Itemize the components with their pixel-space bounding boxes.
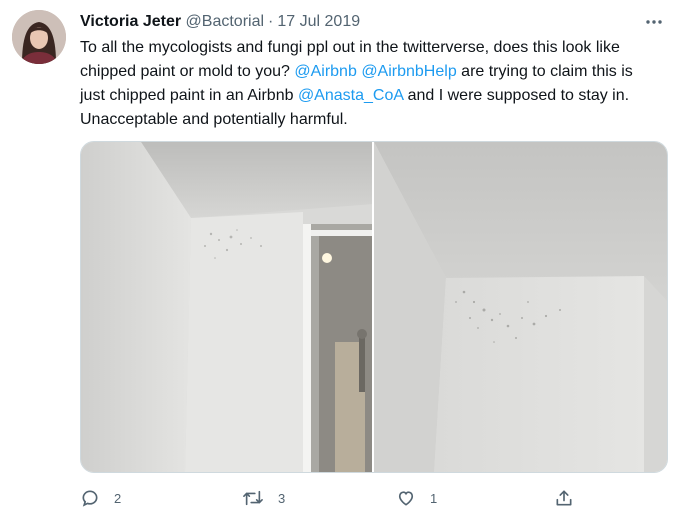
tweet-header: Victoria Jeter @Bactorial · 17 Jul 2019 bbox=[80, 11, 660, 33]
avatar[interactable] bbox=[12, 10, 66, 64]
tweet-text: To all the mycologists and fungi ppl out… bbox=[80, 36, 660, 132]
mention-link[interactable]: @AirbnbHelp bbox=[361, 63, 456, 80]
heart-icon bbox=[398, 491, 414, 506]
author-name[interactable]: Victoria Jeter bbox=[80, 13, 181, 30]
reply-button[interactable]: 2 bbox=[80, 488, 121, 508]
photo-right[interactable] bbox=[374, 142, 667, 472]
header-separator: · bbox=[268, 13, 274, 30]
retweet-icon bbox=[243, 490, 263, 506]
tweet-date[interactable]: 17 Jul 2019 bbox=[277, 13, 360, 30]
retweet-button[interactable]: 3 bbox=[242, 488, 285, 508]
photo-left[interactable] bbox=[81, 142, 372, 472]
action-bar: 2 3 1 bbox=[80, 488, 590, 510]
like-button[interactable]: 1 bbox=[396, 488, 437, 508]
retweet-count: 3 bbox=[278, 490, 286, 506]
tweet: Victoria Jeter @Bactorial · 17 Jul 2019 To… bbox=[0, 0, 680, 516]
author-handle[interactable]: @Bactorial bbox=[186, 13, 265, 30]
like-count: 1 bbox=[430, 490, 438, 506]
mention-link[interactable]: @Anasta_CoA bbox=[298, 87, 403, 104]
share-button[interactable] bbox=[554, 488, 574, 508]
reply-count: 2 bbox=[114, 490, 122, 506]
mention-link[interactable]: @Airbnb bbox=[294, 63, 357, 80]
share-icon bbox=[556, 490, 572, 506]
media-grid bbox=[80, 141, 668, 473]
more-options-button[interactable] bbox=[642, 10, 666, 34]
more-dots-icon bbox=[646, 20, 662, 24]
reply-icon bbox=[82, 490, 98, 507]
